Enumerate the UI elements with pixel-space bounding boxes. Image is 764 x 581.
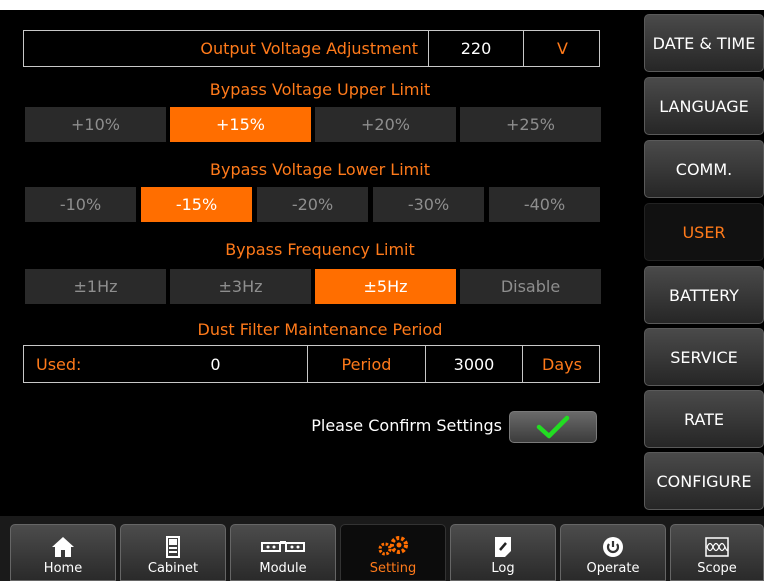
bottom-nav: Home Cabinet Module Setting Log Operate … xyxy=(0,516,764,581)
dust-filter-title: Dust Filter Maintenance Period xyxy=(197,320,443,339)
menu-battery[interactable]: BATTERY xyxy=(644,266,764,324)
bypass-upper-option-15[interactable]: +15% xyxy=(170,107,311,142)
top-strip xyxy=(0,0,764,10)
dust-filter-row: Used: 0 Period 3000 Days xyxy=(23,345,600,383)
confirm-button[interactable] xyxy=(509,411,597,443)
bypass-lower-option-15[interactable]: -15% xyxy=(141,187,252,222)
bypass-upper-option-25[interactable]: +25% xyxy=(460,107,601,142)
nav-scope[interactable]: Scope xyxy=(670,524,764,581)
scope-icon xyxy=(705,536,729,558)
bypass-freq-option-1hz[interactable]: ±1Hz xyxy=(25,269,166,304)
output-voltage-unit: V xyxy=(523,31,601,66)
confirm-label: Please Confirm Settings xyxy=(311,416,502,435)
module-icon xyxy=(261,536,305,558)
bypass-lower-title: Bypass Voltage Lower Limit xyxy=(210,160,430,179)
nav-home-label: Home xyxy=(43,561,83,576)
nav-operate[interactable]: Operate xyxy=(560,524,666,581)
power-icon xyxy=(601,536,625,558)
bypass-freq-option-5hz[interactable]: ±5Hz xyxy=(315,269,456,304)
check-icon xyxy=(536,415,570,439)
nav-cabinet-label: Cabinet xyxy=(147,561,199,576)
home-icon xyxy=(51,536,75,558)
nav-scope-label: Scope xyxy=(697,561,737,576)
bypass-lower-option-30[interactable]: -30% xyxy=(373,187,484,222)
output-voltage-label: Output Voltage Adjustment xyxy=(200,39,418,58)
output-voltage-row: Output Voltage Adjustment 220 V xyxy=(23,30,600,67)
dust-used-label: Used: xyxy=(36,354,82,374)
menu-date-time[interactable]: DATE & TIME xyxy=(644,14,764,72)
menu-service[interactable]: SERVICE xyxy=(644,328,764,386)
bypass-upper-title: Bypass Voltage Upper Limit xyxy=(209,80,431,99)
output-voltage-value[interactable]: 220 xyxy=(428,31,523,66)
cabinet-icon xyxy=(161,536,185,558)
ups-screen: Output Voltage Adjustment 220 V Bypass V… xyxy=(0,10,764,581)
nav-setting[interactable]: Setting xyxy=(340,524,446,581)
menu-language[interactable]: LANGUAGE xyxy=(644,77,764,135)
bypass-freq-option-3hz[interactable]: ±3Hz xyxy=(170,269,311,304)
nav-module-label: Module xyxy=(259,561,307,576)
nav-home[interactable]: Home xyxy=(10,524,116,581)
gear-icon xyxy=(376,536,410,558)
bypass-lower-option-40[interactable]: -40% xyxy=(489,187,600,222)
dust-period-unit: Days xyxy=(522,346,601,382)
bypass-upper-option-10[interactable]: +10% xyxy=(25,107,166,142)
dust-used-value: 0 xyxy=(210,354,221,374)
nav-module[interactable]: Module xyxy=(230,524,336,581)
right-menu: DATE & TIME LANGUAGE COMM. USER BATTERY … xyxy=(644,10,764,516)
nav-log-label: Log xyxy=(491,561,515,576)
menu-rate[interactable]: RATE xyxy=(644,390,764,448)
bypass-freq-title: Bypass Frequency Limit xyxy=(225,240,415,259)
nav-operate-label: Operate xyxy=(586,561,640,576)
settings-panel: Output Voltage Adjustment 220 V Bypass V… xyxy=(0,10,640,516)
dust-period-value[interactable]: 3000 xyxy=(425,346,522,382)
nav-cabinet[interactable]: Cabinet xyxy=(120,524,226,581)
nav-setting-label: Setting xyxy=(369,561,417,576)
menu-user[interactable]: USER xyxy=(644,203,764,261)
menu-comm[interactable]: COMM. xyxy=(644,140,764,198)
bypass-upper-option-20[interactable]: +20% xyxy=(315,107,456,142)
menu-configure[interactable]: CONFIGURE xyxy=(644,452,764,510)
bypass-lower-option-20[interactable]: -20% xyxy=(257,187,368,222)
nav-log[interactable]: Log xyxy=(450,524,556,581)
bypass-freq-option-disable[interactable]: Disable xyxy=(460,269,601,304)
bypass-lower-option-10[interactable]: -10% xyxy=(25,187,136,222)
dust-period-label: Period xyxy=(307,346,425,382)
log-icon xyxy=(491,536,515,558)
